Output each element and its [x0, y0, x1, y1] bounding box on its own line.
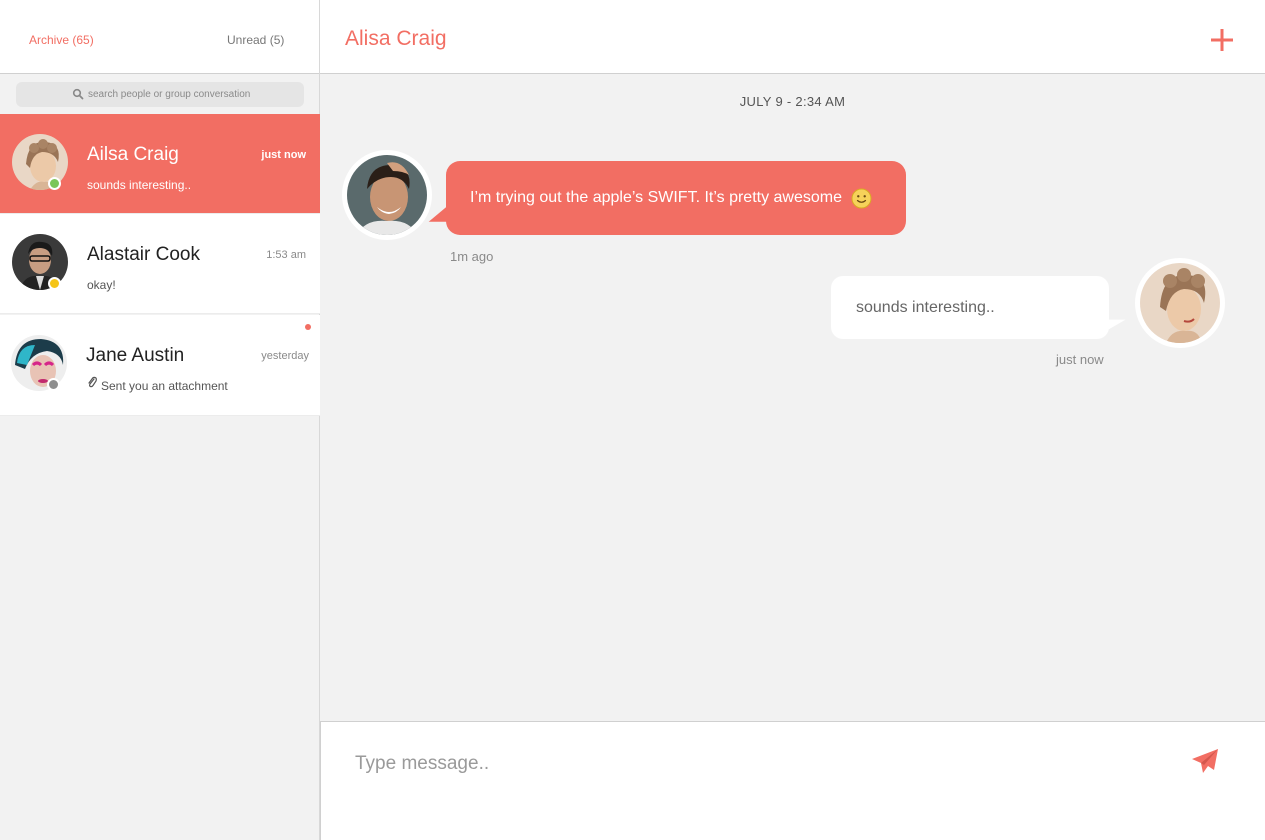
- tab-archive[interactable]: Archive (65): [29, 33, 94, 47]
- status-away-indicator: [48, 277, 61, 290]
- date-separator: JULY 9 - 2:34 AM: [739, 94, 846, 109]
- contact-name: Jane Austin: [86, 345, 185, 366]
- sender-avatar: [342, 150, 432, 240]
- paperclip-icon: [88, 376, 97, 388]
- message-composer: [320, 721, 1265, 840]
- chat-title: Alisa Craig: [345, 27, 447, 50]
- message-text: sounds interesting..: [856, 299, 995, 316]
- message-time: yesterday: [261, 350, 309, 362]
- message-input[interactable]: [355, 749, 1155, 779]
- own-avatar: [1135, 258, 1225, 348]
- message-timestamp: just now: [1056, 352, 1104, 367]
- incoming-message-bubble: I’m trying out the apple’s SWIFT. It’s p…: [446, 161, 906, 235]
- conversation-item-alastair-cook[interactable]: Alastair Cook 1:53 am okay!: [0, 214, 320, 314]
- search-bar[interactable]: [16, 82, 304, 107]
- message-preview: Sent you an attachment: [101, 379, 228, 393]
- contact-name: Ailsa Craig: [87, 144, 179, 165]
- status-online-indicator: [48, 177, 61, 190]
- smiley-icon: [851, 188, 872, 209]
- search-icon: [72, 88, 84, 100]
- message-time: just now: [261, 149, 306, 161]
- outgoing-message-bubble: sounds interesting..: [831, 276, 1109, 339]
- search-input[interactable]: [88, 82, 298, 107]
- message-time: 1:53 am: [266, 249, 306, 261]
- chat-header: Alisa Craig: [320, 0, 1265, 74]
- message-preview: okay!: [87, 278, 116, 292]
- unread-indicator: [305, 324, 311, 330]
- status-offline-indicator: [47, 378, 60, 391]
- contact-name: Alastair Cook: [87, 244, 200, 265]
- sidebar-header: Archive (65) Unread (5): [0, 0, 319, 74]
- conversation-item-ailsa-craig[interactable]: Ailsa Craig just now sounds interesting.…: [0, 114, 320, 214]
- conversation-sidebar: Archive (65) Unread (5) Ailsa Craig just…: [0, 0, 320, 840]
- chat-panel: Alisa Craig JULY 9 - 2:34 AM I’m trying …: [320, 0, 1265, 840]
- plus-icon[interactable]: [1209, 27, 1235, 53]
- message-text: I’m trying out the apple’s SWIFT. It’s p…: [470, 189, 842, 206]
- conversation-item-jane-austin[interactable]: Jane Austin yesterday Sent you an attach…: [0, 315, 320, 416]
- paper-plane-icon[interactable]: [1190, 746, 1220, 776]
- message-preview: sounds interesting..: [87, 178, 192, 192]
- message-timestamp: 1m ago: [450, 249, 494, 264]
- tab-unread[interactable]: Unread (5): [227, 33, 284, 47]
